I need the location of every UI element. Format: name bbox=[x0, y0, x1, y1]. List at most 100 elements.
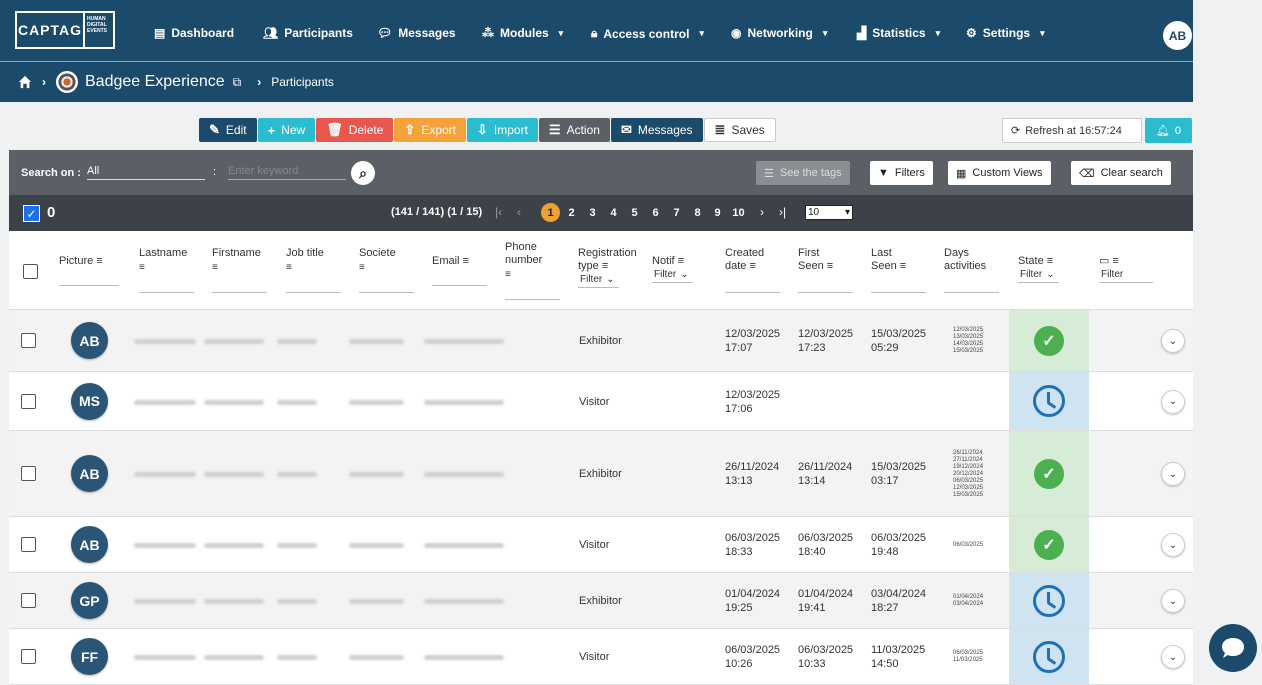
table-row[interactable]: AB Exhibitor 12/03/2025 17:07 12/03/2025 17:2… bbox=[9, 310, 1193, 372]
expand-row-button[interactable]: ⌄ bbox=[1161, 533, 1185, 557]
col-state[interactable]: State ≡ Filter ⌄ bbox=[1018, 255, 1059, 283]
state-cell[interactable] bbox=[1009, 573, 1089, 628]
search-icon[interactable]: ⌕ bbox=[351, 161, 375, 185]
expand-row-button[interactable]: ⌄ bbox=[1161, 589, 1185, 613]
nav-dashboard[interactable]: ▤ Dashboard bbox=[154, 26, 234, 40]
nav-statistics[interactable]: ▟ Statistics ▾ bbox=[857, 26, 940, 40]
col-firstname[interactable]: Firstname ≡ bbox=[212, 247, 267, 293]
state-cell[interactable]: ✓ bbox=[1009, 517, 1089, 572]
state-filter[interactable]: Filter ⌄ bbox=[1018, 268, 1059, 283]
avatar[interactable]: AB bbox=[71, 455, 108, 492]
first-page-icon[interactable]: |‹ bbox=[495, 205, 502, 219]
page-2[interactable]: 2 bbox=[562, 203, 581, 222]
expand-row-button[interactable]: ⌄ bbox=[1161, 389, 1185, 414]
avatar[interactable]: MS bbox=[71, 382, 108, 420]
per-page-select[interactable]: 10 ▾ bbox=[805, 205, 853, 220]
page-1[interactable]: 1 bbox=[541, 203, 560, 222]
row-checkbox[interactable] bbox=[21, 593, 36, 608]
row-checkbox[interactable] bbox=[21, 649, 36, 664]
nav-messages[interactable]: 💬︎ Messages bbox=[377, 26, 456, 40]
search-input[interactable]: Enter keyword bbox=[228, 165, 346, 180]
select-all-checkbox[interactable]: ✓ bbox=[23, 205, 40, 222]
logo-text: CAPTAG bbox=[17, 13, 85, 47]
table-row[interactable]: MS Visitor 12/03/2025 17:06 ⌄ bbox=[9, 372, 1193, 431]
page-10[interactable]: 10 bbox=[729, 203, 748, 222]
col-badge[interactable]: ▭ ≡ Filter bbox=[1099, 255, 1153, 283]
col-lastname[interactable]: Lastname ≡ bbox=[139, 247, 194, 293]
action-button[interactable]: ☰ Action bbox=[538, 118, 610, 142]
filters-button[interactable]: ▼ Filters bbox=[870, 161, 933, 185]
page-8[interactable]: 8 bbox=[688, 203, 707, 222]
page-5[interactable]: 5 bbox=[625, 203, 644, 222]
nav-participants[interactable]: 👥︎ Participants bbox=[263, 26, 353, 40]
row-checkbox[interactable] bbox=[21, 466, 36, 481]
col-societe[interactable]: Societe ≡ bbox=[359, 247, 414, 293]
clock-icon bbox=[1033, 385, 1065, 417]
custom-views-button[interactable]: ▦ Custom Views bbox=[948, 161, 1051, 185]
row-checkbox[interactable] bbox=[21, 333, 36, 348]
captag-logo[interactable]: CAPTAG HUMAN DIGITAL EVENTS bbox=[15, 11, 115, 49]
table-row[interactable]: FF Visitor 06/03/2025 10:26 06/03/2025 10:33 1… bbox=[9, 629, 1193, 685]
avatar[interactable]: GP bbox=[71, 582, 108, 619]
edit-button[interactable]: ✎ Edit bbox=[199, 118, 257, 142]
expand-row-button[interactable]: ⌄ bbox=[1161, 645, 1185, 669]
avatar[interactable]: AB bbox=[71, 526, 108, 563]
col-jobtitle[interactable]: Job title ≡ bbox=[286, 247, 341, 293]
row-checkbox[interactable] bbox=[21, 393, 36, 409]
header-checkbox[interactable] bbox=[23, 264, 38, 279]
state-cell[interactable] bbox=[1009, 372, 1089, 430]
col-last-seen[interactable]: Last Seen ≡ bbox=[871, 247, 926, 293]
messages-button[interactable]: ✉ Messages bbox=[610, 118, 703, 142]
next-page-icon[interactable]: › bbox=[760, 205, 764, 219]
col-email[interactable]: Email ≡ bbox=[432, 255, 487, 286]
prev-page-icon[interactable]: ‹ bbox=[517, 205, 521, 219]
state-cell[interactable]: ✓ bbox=[1009, 310, 1089, 371]
delete-button[interactable]: 🗑︎ Delete bbox=[316, 118, 394, 142]
new-button[interactable]: + New bbox=[257, 118, 316, 142]
row-checkbox[interactable] bbox=[21, 537, 36, 552]
chat-widget-button[interactable] bbox=[1209, 624, 1257, 672]
notifications-button[interactable]: 🔔︎ 0 bbox=[1145, 118, 1192, 143]
nav-networking[interactable]: ◉ Networking ▾ bbox=[731, 26, 827, 40]
breadcrumb-event[interactable]: Badgee Experience bbox=[85, 73, 225, 91]
col-notif[interactable]: Notif ≡ Filter ⌄ bbox=[652, 255, 693, 283]
import-button[interactable]: ⇩ Import bbox=[467, 118, 538, 142]
page-6[interactable]: 6 bbox=[646, 203, 665, 222]
clear-search-button[interactable]: ⌫ Clear search bbox=[1071, 161, 1171, 185]
page-3[interactable]: 3 bbox=[583, 203, 602, 222]
page-4[interactable]: 4 bbox=[604, 203, 623, 222]
table-row[interactable]: AB Visitor 06/03/2025 18:33 06/03/2025 18:40 0… bbox=[9, 517, 1193, 573]
see-tags-button[interactable]: ☰ See the tags bbox=[756, 161, 850, 185]
col-picture[interactable]: Picture ≡ bbox=[59, 255, 119, 286]
table-row[interactable]: AB Exhibitor 26/11/2024 13:13 26/11/2024 13:1… bbox=[9, 431, 1193, 517]
chevron-down-icon: ▾ bbox=[935, 27, 941, 38]
notif-filter[interactable]: Filter ⌄ bbox=[652, 268, 693, 283]
col-phone[interactable]: Phone number ≡ bbox=[505, 241, 560, 300]
table-row[interactable]: GP Exhibitor 01/04/2024 19:25 01/04/2024 19:4… bbox=[9, 573, 1193, 629]
page-9[interactable]: 9 bbox=[708, 203, 727, 222]
redacted-cell bbox=[424, 599, 504, 604]
regtype-filter[interactable]: Filter ⌄ bbox=[578, 273, 619, 288]
state-cell[interactable]: ✓ bbox=[1009, 431, 1089, 516]
last-page-icon[interactable]: ›| bbox=[779, 205, 786, 219]
avatar[interactable]: AB bbox=[71, 322, 108, 359]
nav-access-control[interactable]: 🔒︎ Access control ▾ bbox=[591, 26, 704, 41]
saves-button[interactable]: ≣ Saves bbox=[703, 118, 776, 142]
expand-row-button[interactable]: ⌄ bbox=[1161, 462, 1185, 486]
avatar[interactable]: FF bbox=[71, 638, 108, 675]
copy-icon[interactable]: ⧉ bbox=[233, 75, 242, 90]
nav-modules[interactable]: ⁂ Modules ▾ bbox=[482, 26, 563, 40]
col-registration-type[interactable]: Registration type ≡ Filter ⌄ bbox=[578, 247, 637, 288]
col-created-date[interactable]: Created date ≡ bbox=[725, 247, 780, 293]
col-days-activities[interactable]: Days activities bbox=[944, 247, 999, 293]
badge-filter[interactable]: Filter bbox=[1099, 268, 1153, 283]
nav-settings[interactable]: ⚙ Settings ▾ bbox=[966, 26, 1045, 40]
expand-row-button[interactable]: ⌄ bbox=[1161, 329, 1185, 353]
export-button[interactable]: ⇪ Export bbox=[394, 118, 466, 142]
search-field-select[interactable]: All bbox=[87, 165, 205, 180]
refresh-button[interactable]: ⟳ Refresh at 16:57:24 bbox=[1002, 118, 1142, 143]
home-icon[interactable] bbox=[18, 75, 32, 89]
user-avatar[interactable]: AB bbox=[1163, 21, 1192, 50]
col-first-seen[interactable]: First Seen ≡ bbox=[798, 247, 853, 293]
page-7[interactable]: 7 bbox=[667, 203, 686, 222]
